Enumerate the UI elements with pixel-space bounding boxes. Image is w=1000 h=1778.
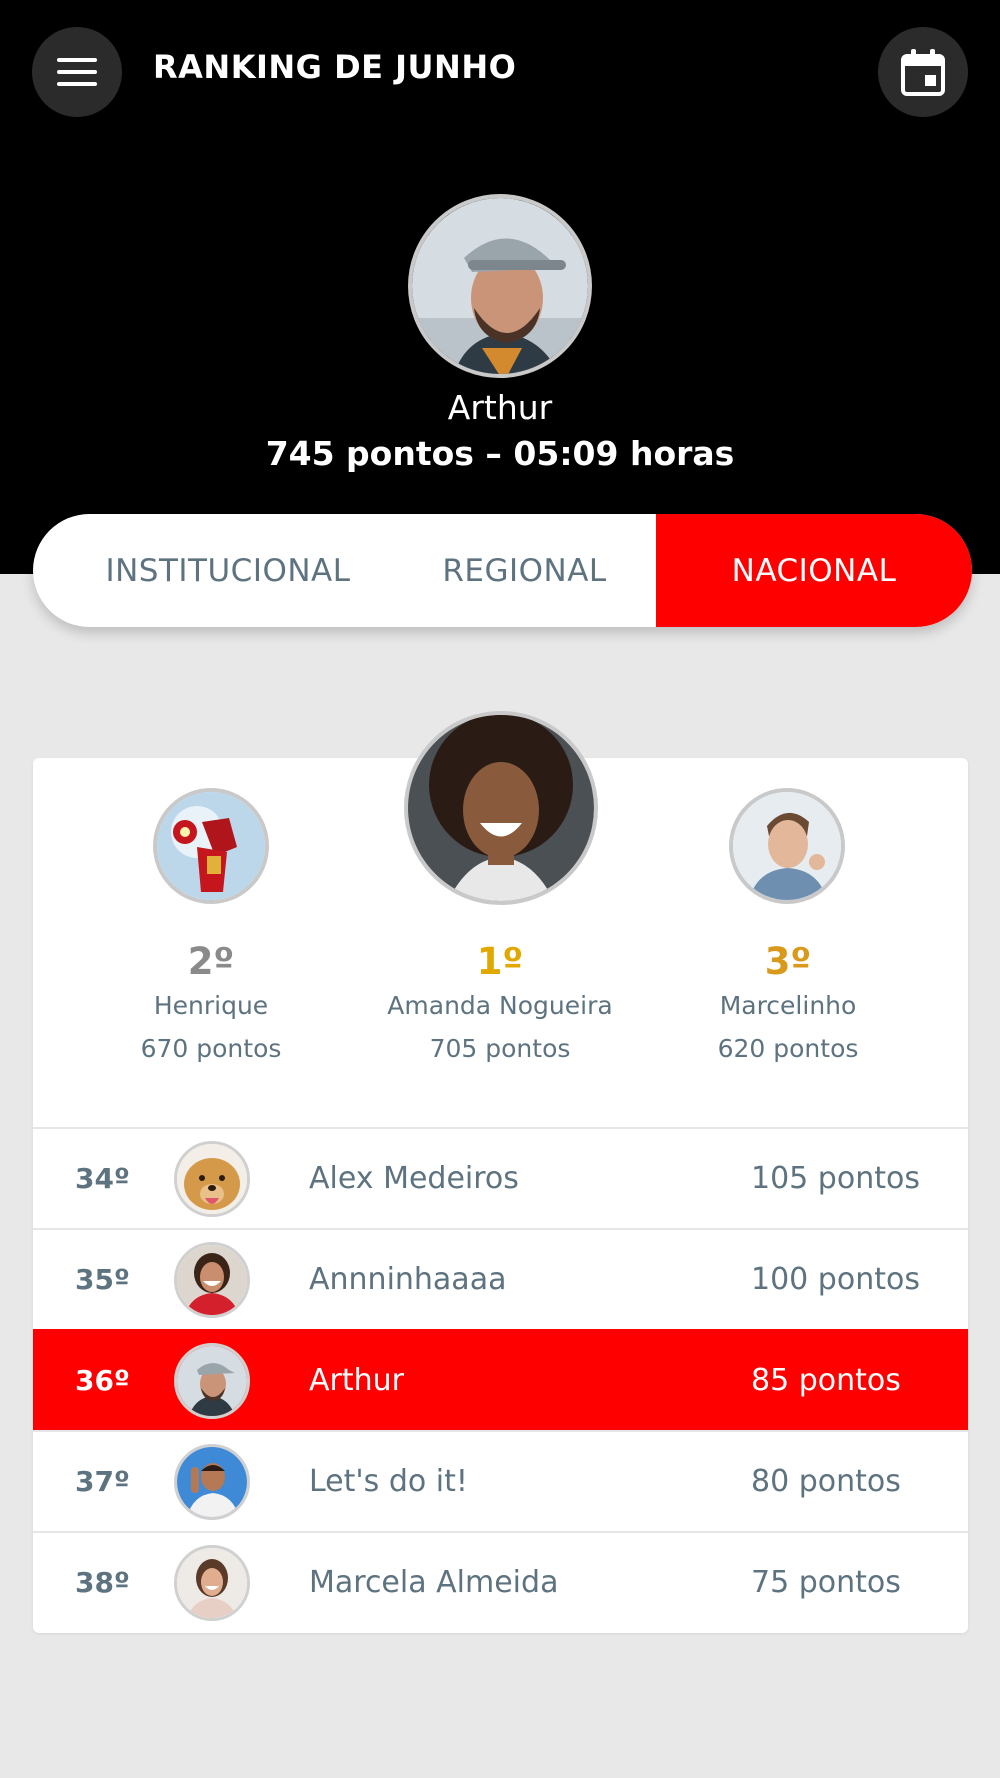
header: RANKING DE JUNHO Arthur 745 pontos – 05:… [0,0,1000,574]
avatar [174,1241,250,1318]
tab-nacional[interactable]: NACIONAL [656,514,972,627]
hamburger-menu-icon [57,58,97,86]
podium-third-points: 620 pontos [717,1034,859,1063]
avatar [174,1140,250,1217]
row-name: Alex Medeiros [309,1161,519,1196]
tab-institucional[interactable]: INSTITUCIONAL [33,514,393,627]
table-row[interactable]: 38º Marcela Almeida 75 pontos [33,1531,968,1632]
table-row[interactable]: 37º Let's do it! 80 pontos [33,1430,968,1531]
avatar [174,1443,250,1520]
row-rank: 36º [75,1364,130,1397]
table-row[interactable]: 34º Alex Medeiros 105 pontos [33,1127,968,1228]
avatar [174,1544,250,1621]
current-user-stats: 745 pontos – 05:09 horas [265,434,735,473]
calendar-button[interactable] [878,27,968,117]
menu-button[interactable] [32,27,122,117]
ranking-card: 2º Henrique 670 pontos 1º Amanda Nogueir… [33,711,968,1633]
row-rank: 35º [75,1263,130,1296]
podium-second-name: Henrique [153,991,269,1020]
table-row-current-user[interactable]: 36º Arthur 85 pontos [33,1329,968,1430]
row-name: Marcela Almeida [309,1565,559,1600]
row-name: Arthur [309,1363,404,1398]
tab-regional[interactable]: REGIONAL [393,514,656,627]
row-points: 105 pontos [751,1161,920,1196]
podium-second-points: 670 pontos [140,1034,282,1063]
row-points: 85 pontos [751,1363,901,1398]
row-rank: 38º [75,1566,130,1599]
page-title: RANKING DE JUNHO [153,48,517,86]
podium-first-name: Amanda Nogueira [387,991,613,1020]
ranking-list: 34º Alex Medeiros 105 pontos 35º Annninh… [33,1127,968,1632]
avatar [174,1342,250,1419]
row-points: 75 pontos [751,1565,901,1600]
podium-second-rank: 2º [187,940,235,983]
current-user-name: Arthur [447,388,553,427]
table-row[interactable]: 35º Annninhaaaa 100 pontos [33,1228,968,1329]
podium-third-avatar[interactable] [729,788,845,904]
podium-second-avatar[interactable] [153,788,269,904]
podium-first-avatar[interactable] [404,711,598,905]
podium: 2º Henrique 670 pontos 1º Amanda Nogueir… [33,711,968,1128]
row-points: 100 pontos [751,1262,920,1297]
scope-tabs: INSTITUCIONAL REGIONAL NACIONAL [33,514,972,627]
current-user-avatar [408,194,592,378]
row-name: Annninhaaaa [309,1262,507,1297]
row-points: 80 pontos [751,1464,901,1499]
row-rank: 34º [75,1162,130,1195]
podium-third-name: Marcelinho [719,991,857,1020]
podium-third-rank: 3º [764,940,812,983]
podium-first-rank: 1º [476,940,524,983]
calendar-icon [901,49,945,96]
podium-first-points: 705 pontos [429,1034,571,1063]
row-rank: 37º [75,1465,130,1498]
row-name: Let's do it! [309,1464,468,1499]
